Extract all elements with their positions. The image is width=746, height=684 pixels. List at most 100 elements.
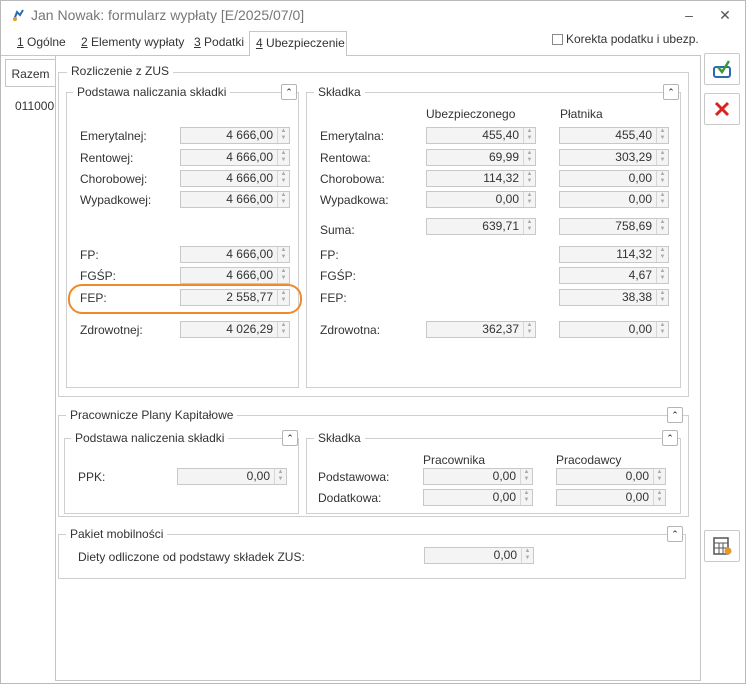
wypadkowa-label: Wypadkowa:	[320, 193, 389, 207]
fgsp-platnik-field[interactable]: 4,67 ▲ ▼	[559, 267, 669, 284]
spinner-icon[interactable]: ▲ ▼	[523, 128, 535, 143]
spinner-icon[interactable]: ▲ ▼	[656, 219, 668, 234]
fep-skladka-label: FEP:	[320, 291, 347, 305]
spinner-icon[interactable]: ▲ ▼	[523, 171, 535, 186]
spinner-icon[interactable]: ▲ ▼	[277, 171, 289, 186]
podstawa-collapse-button[interactable]: ⌃	[281, 84, 297, 100]
ppk-skladka-collapse-button[interactable]: ⌃	[662, 430, 678, 446]
spinner-icon[interactable]: ▲ ▼	[277, 322, 289, 337]
spinner-icon[interactable]: ▲ ▼	[277, 150, 289, 165]
spinner-icon[interactable]: ▲ ▼	[523, 219, 535, 234]
spinner-icon[interactable]: ▲ ▼	[523, 322, 535, 337]
zdrowotna-label: Zdrowotna:	[320, 323, 381, 337]
skladka-collapse-button[interactable]: ⌃	[663, 84, 679, 100]
podstawowa-pracownik-field[interactable]: 0,00 ▲ ▼	[423, 468, 533, 485]
ppk-base-field[interactable]: 0,00 ▲ ▼	[177, 468, 287, 485]
spinner-icon[interactable]: ▲ ▼	[277, 192, 289, 207]
zdrowotna-platnik-field[interactable]: 0,00 ▲ ▼	[559, 321, 669, 338]
diety-label: Diety odliczone od podstawy składek ZUS:	[78, 550, 305, 564]
spinner-icon[interactable]: ▲ ▼	[656, 247, 668, 262]
dodatkowa-pracodawca-field[interactable]: 0,00 ▲ ▼	[556, 489, 666, 506]
fgsp-base-field[interactable]: 4 666,00 ▲ ▼	[180, 267, 290, 284]
zus-group-title: Rozliczenie z ZUS	[67, 64, 174, 78]
minimize-button[interactable]: –	[679, 5, 699, 25]
suma-label: Suma:	[320, 223, 355, 237]
zdrowotnej-base-field[interactable]: 4 026,29 ▲ ▼	[180, 321, 290, 338]
spinner-icon[interactable]: ▲ ▼	[656, 290, 668, 305]
ppk-group-title: Pracownicze Plany Kapitałowe	[66, 408, 238, 422]
korekta-checkbox[interactable]	[552, 34, 563, 45]
korekta-label: Korekta podatku i ubezp.	[566, 32, 699, 46]
spinner-icon[interactable]: ▲ ▼	[277, 247, 289, 262]
calculator-icon	[713, 537, 732, 555]
wypadkowej-label: Wypadkowej:	[80, 193, 152, 207]
fp-platnik-field[interactable]: 114,32 ▲ ▼	[559, 246, 669, 263]
chorobowa-label: Chorobowa:	[320, 172, 385, 186]
spinner-icon[interactable]: ▲ ▼	[653, 469, 665, 484]
zdrowotna-ubezp-field[interactable]: 362,37 ▲ ▼	[426, 321, 536, 338]
title-bar: Jan Nowak: formularz wypłaty [E/2025/07/…	[1, 1, 745, 29]
spinner-icon[interactable]: ▲ ▼	[523, 150, 535, 165]
tab-elementy-wyplaty[interactable]: 2 Elementy wypłaty	[75, 31, 190, 55]
spinner-icon[interactable]: ▲ ▼	[656, 268, 668, 283]
chorobowa-platnik-field[interactable]: 0,00 ▲ ▼	[559, 170, 669, 187]
cancel-icon	[714, 101, 730, 117]
spinner-icon[interactable]: ▲ ▼	[520, 469, 532, 484]
spinner-icon[interactable]: ▲ ▼	[656, 128, 668, 143]
emerytalna-platnik-field[interactable]: 455,40 ▲ ▼	[559, 127, 669, 144]
pakiet-collapse-button[interactable]: ⌃	[667, 526, 683, 542]
emerytalnej-label: Emerytalnej:	[80, 129, 147, 143]
spinner-icon[interactable]: ▲ ▼	[653, 490, 665, 505]
wypadkowej-base-field[interactable]: 4 666,00 ▲ ▼	[180, 191, 290, 208]
side-tab-razem[interactable]: Razem	[5, 59, 55, 87]
spinner-icon[interactable]: ▲ ▼	[523, 192, 535, 207]
ppk-label: PPK:	[78, 470, 106, 484]
pakiet-title: Pakiet mobilności	[66, 527, 168, 541]
spinner-icon[interactable]: ▲ ▼	[277, 268, 289, 283]
rentowej-base-field[interactable]: 4 666,00 ▲ ▼	[180, 149, 290, 166]
tab-podatki[interactable]: 3 Podatki	[188, 31, 250, 55]
col-platnika: Płatnika	[560, 107, 603, 121]
podstawowa-pracodawca-field[interactable]: 0,00 ▲ ▼	[556, 468, 666, 485]
emerytalna-label: Emerytalna:	[320, 129, 385, 143]
podstawowa-label: Podstawowa:	[318, 470, 390, 484]
window-title: Jan Nowak: formularz wypłaty [E/2025/07/…	[31, 7, 305, 23]
cancel-button[interactable]	[704, 93, 740, 125]
side-item-code[interactable]: 011000	[15, 99, 54, 113]
save-icon	[713, 60, 731, 78]
fep-platnik-field[interactable]: 38,38 ▲ ▼	[559, 289, 669, 306]
spinner-icon[interactable]: ▲ ▼	[274, 469, 286, 484]
spinner-icon[interactable]: ▲ ▼	[656, 150, 668, 165]
fp-base-field[interactable]: 4 666,00 ▲ ▼	[180, 246, 290, 263]
suma-platnik-field[interactable]: 758,69 ▲ ▼	[559, 218, 669, 235]
chorobowej-label: Chorobowej:	[80, 172, 148, 186]
spinner-icon[interactable]: ▲ ▼	[520, 490, 532, 505]
tab-ogolne[interactable]: 1 Ogólne	[11, 31, 72, 55]
spinner-icon[interactable]: ▲ ▼	[656, 322, 668, 337]
podstawa-title: Podstawa naliczania składki	[73, 85, 231, 99]
rentowa-platnik-field[interactable]: 303,29 ▲ ▼	[559, 149, 669, 166]
diety-field[interactable]: 0,00 ▲ ▼	[424, 547, 534, 564]
spinner-icon[interactable]: ▲ ▼	[656, 171, 668, 186]
suma-ubezp-field[interactable]: 639,71 ▲ ▼	[426, 218, 536, 235]
dodatkowa-pracownik-field[interactable]: 0,00 ▲ ▼	[423, 489, 533, 506]
skladka-title: Składka	[314, 85, 365, 99]
emerytalnej-base-field[interactable]: 4 666,00 ▲ ▼	[180, 127, 290, 144]
ppk-collapse-button[interactable]: ⌃	[667, 407, 683, 423]
save-button[interactable]	[704, 53, 740, 85]
calculator-button[interactable]	[704, 530, 740, 562]
zdrowotnej-label: Zdrowotnej:	[80, 323, 143, 337]
spinner-icon[interactable]: ▲ ▼	[656, 192, 668, 207]
emerytalna-ubezp-field[interactable]: 455,40 ▲ ▼	[426, 127, 536, 144]
chorobowej-base-field[interactable]: 4 666,00 ▲ ▼	[180, 170, 290, 187]
rentowa-ubezp-field[interactable]: 69,99 ▲ ▼	[426, 149, 536, 166]
dodatkowa-label: Dodatkowa:	[318, 491, 382, 505]
tab-ubezpieczenie[interactable]: 4 Ubezpieczenie	[249, 31, 347, 56]
wypadkowa-platnik-field[interactable]: 0,00 ▲ ▼	[559, 191, 669, 208]
ppk-podstawa-collapse-button[interactable]: ⌃	[282, 430, 298, 446]
chorobowa-ubezp-field[interactable]: 114,32 ▲ ▼	[426, 170, 536, 187]
spinner-icon[interactable]: ▲ ▼	[521, 548, 533, 563]
wypadkowa-ubezp-field[interactable]: 0,00 ▲ ▼	[426, 191, 536, 208]
close-button[interactable]: ✕	[715, 5, 735, 25]
spinner-icon[interactable]: ▲ ▼	[277, 128, 289, 143]
